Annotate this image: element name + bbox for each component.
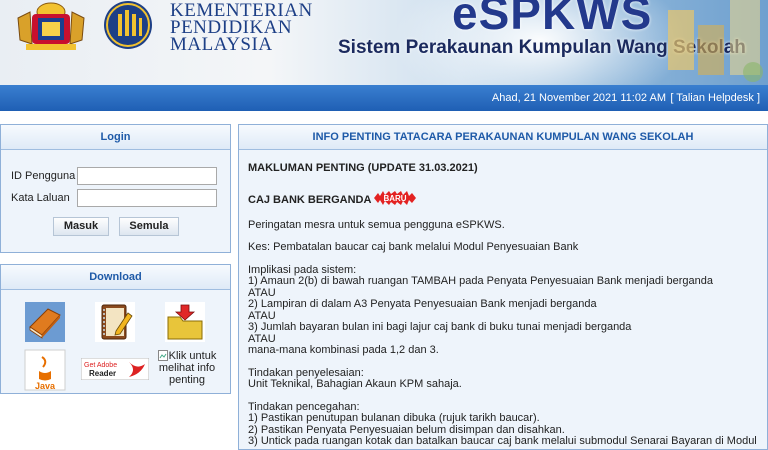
info-line: 2) Lampiran di dalam A3 Penyata Penyesua… (248, 298, 597, 310)
user-id-input[interactable] (77, 167, 217, 185)
top-status-bar: Ahad, 21 November 2021 11:02 AM [ Talian… (0, 85, 768, 111)
new-badge-text: BARU (384, 194, 407, 203)
login-panel: Login ID Pengguna Kata Laluan Masuk Semu… (0, 124, 231, 253)
info-line: 3) Jumlah bayaran bulan ini bagi lajur c… (248, 321, 632, 333)
book-icon[interactable] (24, 301, 66, 343)
info-subheadline-text: CAJ BANK BERGANDA (248, 193, 372, 206)
info-body: MAKLUMAN PENTING (UPDATE 31.03.2021) CAJ… (248, 162, 767, 448)
info-line: Kes: Pembatalan baucar caj bank melalui … (248, 241, 579, 253)
broken-image-icon (157, 350, 168, 361)
adobe-text-1: Get Adobe (84, 362, 117, 369)
password-label: Kata Laluan (11, 192, 70, 204)
info-headline: MAKLUMAN PENTING (UPDATE 31.03.2021) (248, 162, 478, 174)
download-panel-title: Download (1, 265, 230, 290)
adobe-reader-icon[interactable]: Get Adobe Reader (81, 358, 149, 380)
login-button[interactable]: Masuk (53, 217, 109, 236)
folder-download-icon[interactable] (164, 301, 206, 343)
reset-button[interactable]: Semula (119, 217, 179, 236)
info-line: 3) Untick pada ruangan kotak dan batalka… (248, 435, 757, 447)
current-datetime: Ahad, 21 November 2021 11:02 AM (491, 92, 666, 104)
info-penting-link[interactable]: Klik untuk melihat info penting (151, 350, 223, 386)
ministry-name-line-3: MALAYSIA (170, 34, 273, 55)
user-id-label: ID Pengguna (11, 170, 76, 182)
download-panel: Download Java Get Adobe Reader Klik untu… (0, 264, 231, 394)
info-subheadline: CAJ BANK BERGANDA BARU (248, 190, 767, 207)
info-line: 1) Pastikan penutupan bulanan dibuka (ru… (248, 412, 540, 424)
password-input[interactable] (77, 189, 217, 207)
info-line: Unit Teknikal, Bahagian Akaun KPM sahaja… (248, 378, 462, 390)
decorative-shapes (668, 0, 763, 82)
site-header: KEMENTERIAN PENDIDIKAN MALAYSIA eSPKWS S… (0, 0, 768, 85)
new-badge: BARU (374, 190, 417, 205)
info-paragraphs: Peringatan mesra untuk semua pengguna eS… (248, 218, 767, 448)
info-panel: INFO PENTING TATACARA PERAKAUNAN KUMPULA… (238, 124, 768, 450)
java-label: Java (35, 381, 56, 391)
info-line: 1) Amaun 2(b) di bawah ruangan TAMBAH pa… (248, 275, 713, 287)
java-icon[interactable]: Java (24, 349, 66, 391)
notebook-pencil-icon[interactable] (94, 301, 136, 343)
login-panel-title: Login (1, 125, 230, 150)
coat-of-arms-icon (17, 2, 85, 50)
info-line: Peringatan mesra untuk semua pengguna eS… (248, 218, 505, 231)
adobe-text-2: Reader (89, 369, 116, 378)
helpdesk-link[interactable]: [ Talian Helpdesk ] (670, 92, 760, 104)
info-panel-title: INFO PENTING TATACARA PERAKAUNAN KUMPULA… (239, 125, 767, 150)
info-line: mana-mana kombinasi pada 1,2 dan 3. (248, 344, 439, 356)
ministry-name: KEMENTERIAN PENDIDIKAN MALAYSIA (170, 1, 313, 55)
ministry-logo-icon (104, 1, 152, 49)
app-title: eSPKWS (452, 0, 653, 39)
